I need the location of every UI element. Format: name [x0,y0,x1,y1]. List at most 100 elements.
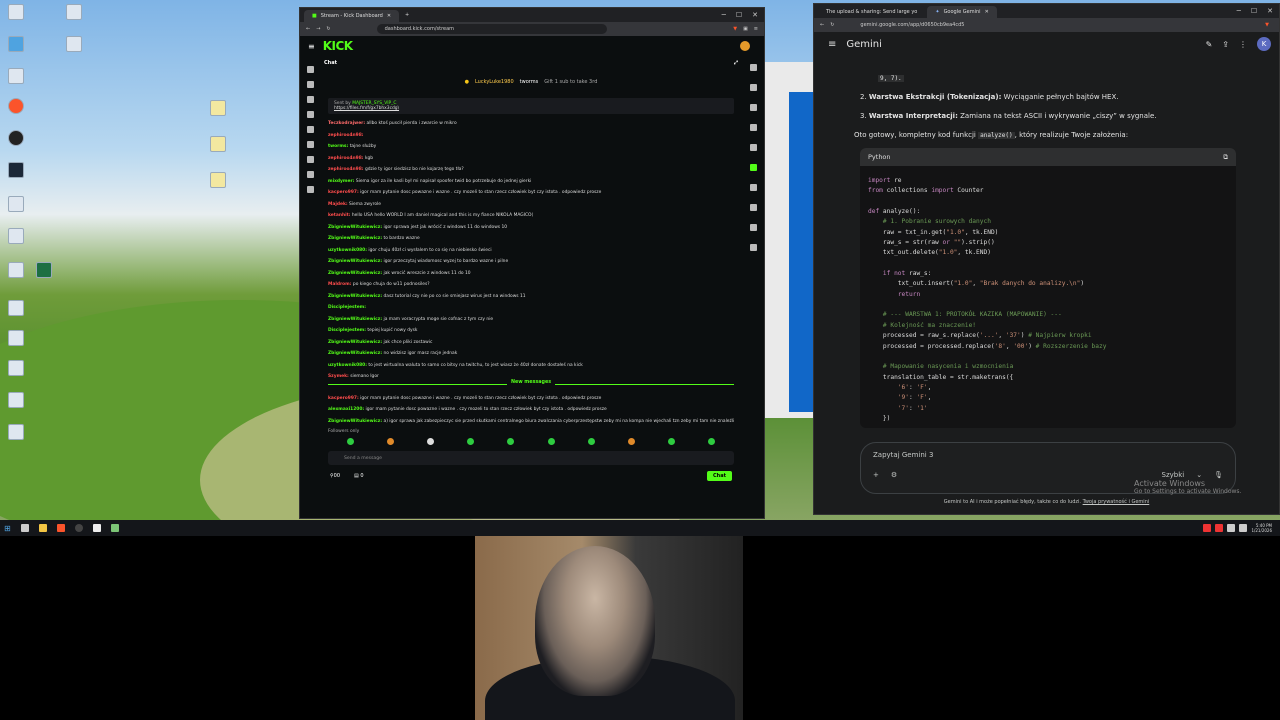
desktop-icon-document[interactable] [204,136,232,154]
menu-icon[interactable]: ≡ [754,26,764,32]
more-icon[interactable]: ⋮ [1239,40,1247,49]
desktop-icon-obs[interactable] [2,130,30,148]
chat-username[interactable]: Disciplejestem: [328,328,366,333]
emote-icon[interactable] [507,438,515,445]
edit-icon[interactable]: ✎ [1206,40,1213,49]
chat-username[interactable]: ZbigniewWitukiewicz: [328,259,382,264]
add-icon[interactable]: + [873,471,879,479]
tab-kick-dashboard[interactable]: ■ Stream - Kick Dashboard ✕ [304,10,400,22]
swap-icon[interactable] [749,184,757,191]
chat-username[interactable]: mixdymer: [328,179,354,184]
chat-icon[interactable] [749,164,757,171]
desktop-icon-document[interactable] [204,100,232,118]
chat-username[interactable]: Majdek: [328,202,348,207]
emote-icon[interactable] [386,438,394,445]
send-message-input[interactable]: Send a message [328,451,734,465]
minimize-icon[interactable]: ─ [722,11,726,19]
tab-upload[interactable]: The upload & sharing: Send large yo [818,6,926,18]
desktop-icon-document[interactable] [2,300,30,318]
emote-icon[interactable] [346,438,354,445]
chat-username[interactable]: uzytkownik080: [328,248,367,253]
chat-username[interactable]: ZbigniewWitukiewicz: [328,271,382,276]
monitor-icon[interactable] [749,204,757,211]
copy-icon[interactable]: ⧉ [1223,153,1228,162]
tools-icon[interactable] [749,224,757,231]
emote-icon[interactable] [547,438,555,445]
wallet-icon[interactable] [306,186,314,193]
channel-icon[interactable] [306,171,314,178]
chat-username[interactable]: ZbigniewWitukiewicz: [328,419,382,424]
desktop-icon-document[interactable] [204,172,232,190]
maximize-icon[interactable]: ☐ [1251,7,1257,15]
menu-icon[interactable]: ≡ [828,39,836,50]
top-sub-user-1[interactable]: LuckyLuke1980 [475,79,514,85]
close-icon[interactable]: ✕ [752,11,758,19]
close-tab-icon[interactable]: ✕ [387,13,391,19]
desktop-icon-excel[interactable] [30,262,58,280]
gift-sub-text[interactable]: Gift 1 sub to take 3rd [544,79,597,85]
desktop-icon-steam[interactable] [2,162,30,180]
emote-icon[interactable] [426,438,434,445]
brave-taskbar-icon[interactable] [56,524,65,532]
chat-username[interactable]: ZbigniewWitukiewicz: [328,317,382,322]
volume-icon[interactable] [1239,524,1248,532]
chat-username[interactable]: zephiroo4n98: [328,133,364,138]
stream-icon[interactable] [306,81,314,88]
chat-username[interactable]: Szymek: [328,374,349,379]
avatar[interactable]: K [1257,37,1271,51]
tab-gemini[interactable]: ✦ Google Gemini ✕ [927,6,997,18]
gemini-browser-window[interactable]: The upload & sharing: Send large yo ✦ Goo… [813,3,1280,515]
desktop-icon-document[interactable] [2,4,30,22]
minimize-icon[interactable]: ─ [1237,7,1241,15]
network-icon[interactable] [1227,524,1236,532]
chat-username[interactable]: ZbigniewWitukiewicz: [328,225,382,230]
desktop-icon-file[interactable] [2,228,30,246]
extensions-icon[interactable]: ▣ [743,26,748,32]
search-icon[interactable] [20,524,29,532]
desktop-icon-recycle-bin[interactable] [2,68,30,86]
privacy-link[interactable]: Twoja prywatność i Gemini [1083,499,1150,505]
community-icon[interactable] [306,111,314,118]
home-icon[interactable] [306,66,314,73]
tools-icon[interactable]: ⚙ [891,471,897,479]
desktop-icon-document[interactable] [60,36,88,54]
chevron-down-icon[interactable]: ⌄ [1196,471,1202,479]
chat-username[interactable]: Disciplejestem: [328,305,366,310]
desktop-icon-file[interactable] [2,196,30,214]
chat-username[interactable]: uzytkownik080: [328,363,367,368]
chat-username[interactable]: zephiroo4n98: [328,156,364,161]
new-tab-icon[interactable]: + [405,12,409,18]
chat-username[interactable]: Teczkodrajwer: [328,121,365,126]
chat-username[interactable]: Maldrom: [328,282,352,287]
chat-username[interactable]: tworms: [328,144,348,149]
analytics-icon[interactable] [306,126,314,133]
desktop-icon-brave[interactable] [2,98,30,116]
emote-icon[interactable] [708,438,716,445]
reload-icon[interactable]: ↻ [326,26,330,32]
desktop-icon-document[interactable] [60,4,88,22]
emote-icon[interactable] [668,438,676,445]
desktop-icon-document[interactable] [2,330,30,348]
tray-icon[interactable] [1215,524,1224,532]
start-icon[interactable]: ⊞ [4,524,11,533]
desktop-icon-this-pc[interactable] [2,36,30,54]
microphone-icon[interactable]: 🎙 [1214,471,1223,479]
user-avatar[interactable] [740,41,750,51]
brave-shield-icon[interactable]: ▼ [1265,22,1279,28]
puzzle-icon[interactable] [749,244,757,251]
back-icon[interactable]: ← [820,22,824,28]
chat-username[interactable]: kacpero997: [328,190,359,195]
settings-icon[interactable] [306,156,314,163]
desktop-icon-document[interactable] [2,424,30,442]
chat-username[interactable]: ZbigniewWitukiewicz: [328,294,382,299]
desktop-icon-document[interactable] [2,392,30,410]
chat-username[interactable]: ZbigniewWitukiewicz: [328,236,382,241]
reload-icon[interactable]: ↻ [830,22,834,28]
mode-selector[interactable]: Szybki [1162,471,1185,479]
chat-send-button[interactable]: Chat [707,471,732,481]
url-input[interactable]: gemini.google.com/app/d0650cb9ea4cd5 [860,22,964,28]
obs-taskbar-icon[interactable] [74,524,83,532]
edit-icon[interactable] [749,84,757,91]
info-icon[interactable] [749,64,757,71]
share-icon[interactable]: ⇪ [1222,40,1229,49]
